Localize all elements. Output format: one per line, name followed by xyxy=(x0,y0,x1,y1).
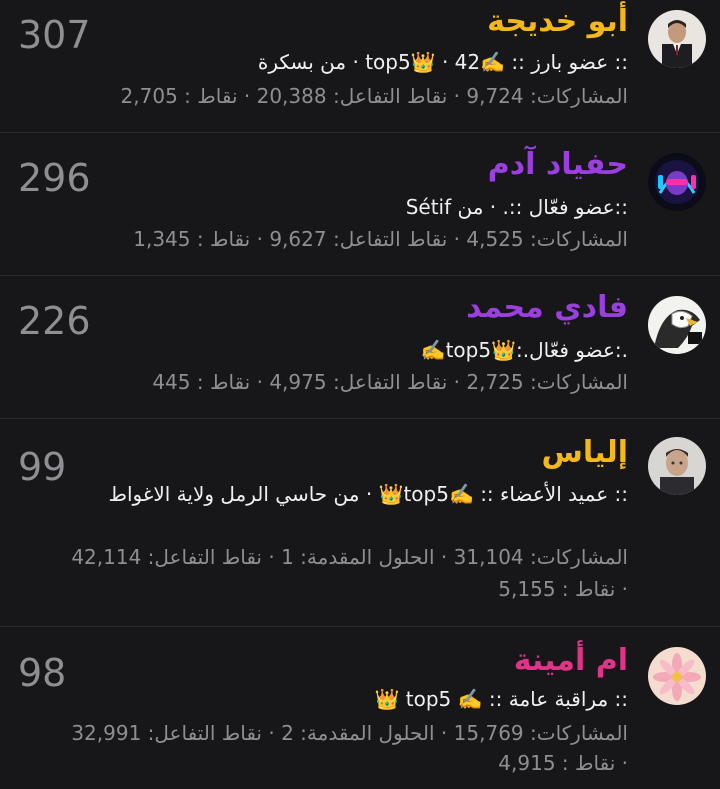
score: 307 xyxy=(18,13,91,57)
list-item[interactable]: 99 إلياس :: عميد الأعضاء :: ✍️top5👑 · من… xyxy=(0,419,720,627)
member-stats-continued: · نقاط : 4,915 xyxy=(498,751,628,775)
list-item[interactable]: 226 فادي محمد .:عضو فعّال.:👑top5✍️ المشا… xyxy=(0,276,720,419)
member-title: :: عضو بارز :: ✍️top5👑 · 42 · من بسكرة xyxy=(257,50,628,74)
member-title: .:عضو فعّال.:👑top5✍️ xyxy=(420,338,628,362)
member-name[interactable]: فادي محمد xyxy=(466,290,628,325)
member-title: :: عميد الأعضاء :: ✍️top5👑 · من حاسي الر… xyxy=(108,482,629,506)
member-title: :: مراقبة عامة :: ✍️ top5 👑 xyxy=(374,687,629,711)
avatar[interactable] xyxy=(648,296,706,354)
member-stats: المشاركات: 31,104 · الحلول المقدمة: 1 · … xyxy=(71,545,628,569)
list-item[interactable]: 307 أبو خديجة :: عضو بارز :: ✍️top5👑 · 4… xyxy=(0,0,720,133)
avatar[interactable] xyxy=(648,10,706,68)
pink-flower-avatar-icon xyxy=(648,647,706,705)
score: 98 xyxy=(18,651,67,695)
eagle-avatar-icon xyxy=(648,296,706,354)
member-stats: المشاركات: 2,725 · نقاط التفاعل: 4,975 ·… xyxy=(152,370,628,394)
score: 226 xyxy=(18,299,91,343)
member-name[interactable]: أبو خديجة xyxy=(487,4,628,39)
member-title: ::عضو فعّال ::. · من Sétif xyxy=(405,195,628,219)
member-stats-continued: · نقاط : 5,155 xyxy=(498,577,628,601)
list-item[interactable]: 296 حفياد آدم ::عضو فعّال ::. · من Sétif… xyxy=(0,133,720,276)
avatar[interactable] xyxy=(648,647,706,705)
members-leaderboard: 307 أبو خديجة :: عضو بارز :: ✍️top5👑 · 4… xyxy=(0,0,720,789)
score: 296 xyxy=(18,156,91,200)
neon-gamer-avatar-icon xyxy=(648,153,706,211)
member-name[interactable]: ام أمينة xyxy=(514,643,628,678)
avatar[interactable] xyxy=(648,153,706,211)
member-name[interactable]: حفياد آدم xyxy=(488,147,628,182)
list-item[interactable]: 98 ام أمينة :: مراقبة عامة :: ✍️ top5 👑 … xyxy=(0,627,720,789)
man-in-suit-avatar-icon xyxy=(648,10,706,68)
score: 99 xyxy=(18,445,67,489)
member-stats: المشاركات: 4,525 · نقاط التفاعل: 9,627 ·… xyxy=(133,227,628,251)
man-portrait-avatar-icon xyxy=(648,437,706,495)
avatar[interactable] xyxy=(648,437,706,495)
member-stats: المشاركات: 15,769 · الحلول المقدمة: 2 · … xyxy=(71,721,628,745)
member-stats: المشاركات: 9,724 · نقاط التفاعل: 20,388 … xyxy=(120,84,628,108)
member-name[interactable]: إلياس xyxy=(542,435,628,470)
